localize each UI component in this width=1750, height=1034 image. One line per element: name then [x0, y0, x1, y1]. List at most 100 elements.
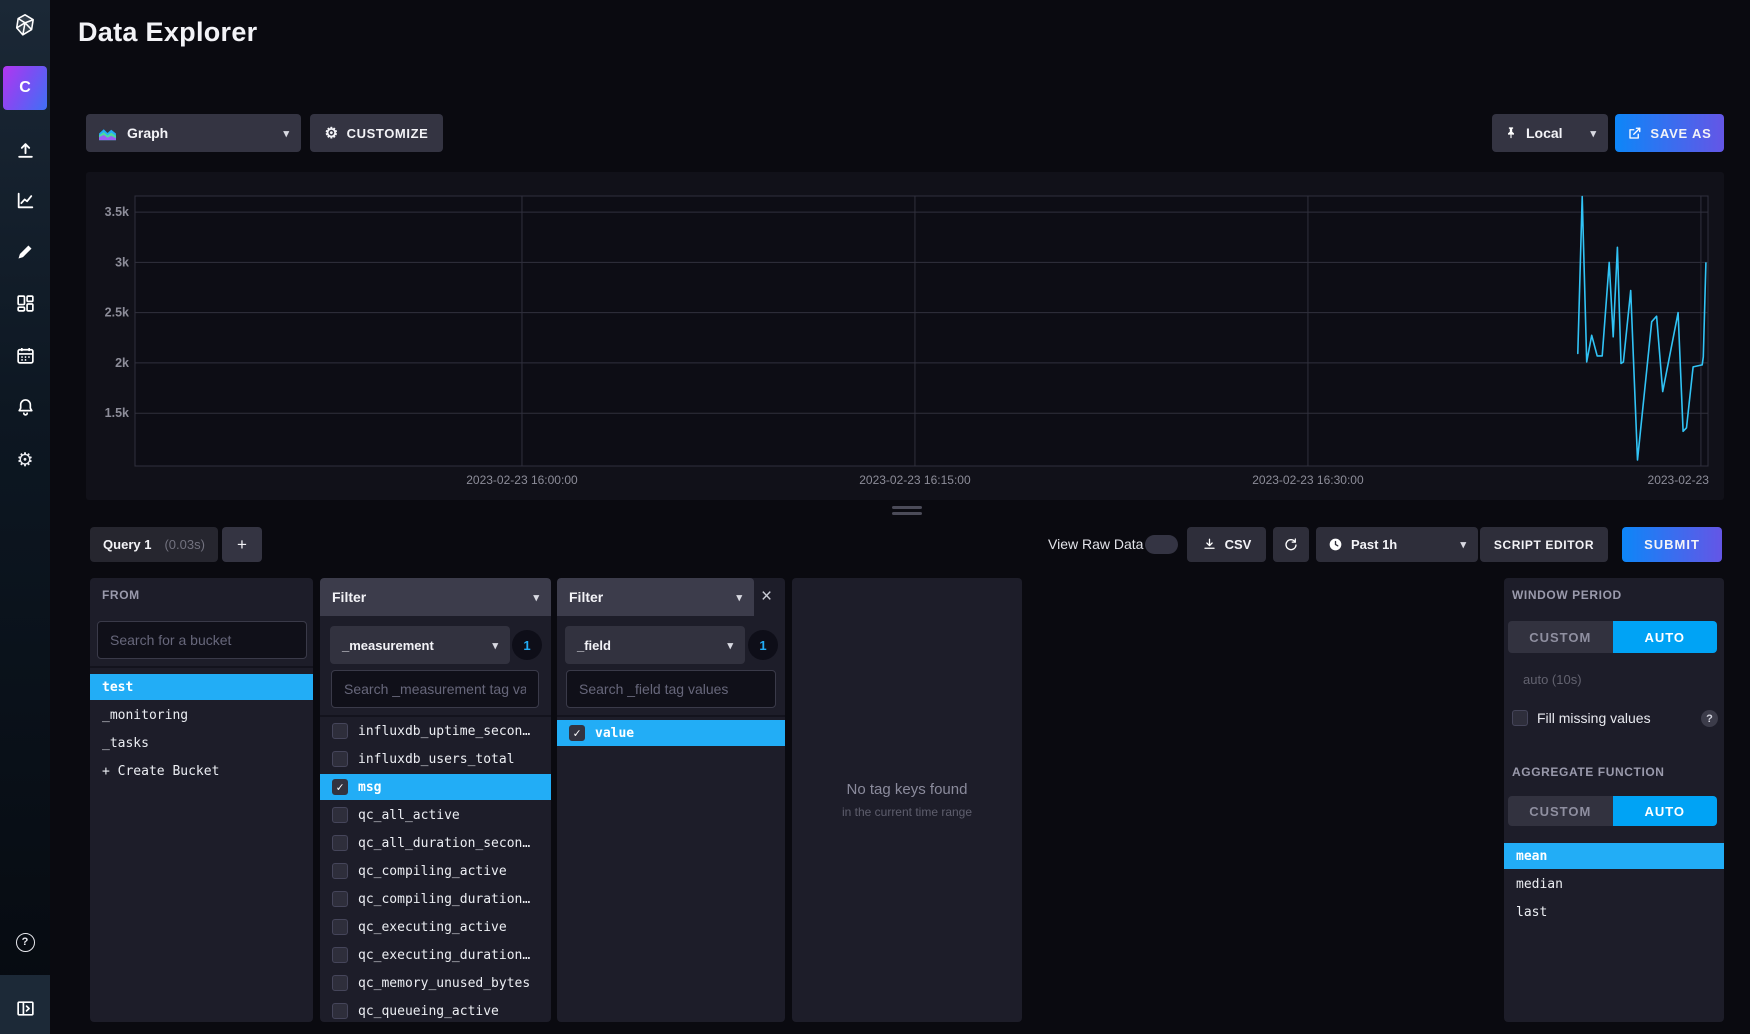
svg-text:3.5k: 3.5k — [105, 205, 129, 219]
checkbox[interactable] — [332, 807, 348, 823]
resize-drag-handle[interactable] — [892, 506, 922, 518]
checkbox[interactable] — [332, 1003, 348, 1019]
bucket-search-input[interactable] — [97, 621, 307, 659]
avatar[interactable]: C — [3, 66, 47, 110]
measurement-item[interactable]: qc_queueing_active — [320, 998, 551, 1022]
settings-gear-icon[interactable]: ⚙ — [0, 443, 50, 477]
window-custom-button[interactable]: CUSTOM — [1508, 621, 1613, 653]
aggregate-auto-button[interactable]: AUTO — [1613, 796, 1718, 826]
calendar-icon[interactable] — [0, 338, 50, 372]
checkbox[interactable] — [332, 919, 348, 935]
gear-icon: ⚙ — [325, 126, 339, 141]
svg-text:1.5k: 1.5k — [105, 406, 129, 420]
chevron-down-icon: ▾ — [1460, 538, 1466, 551]
window-period-mode-toggle: CUSTOM AUTO — [1508, 621, 1717, 653]
empty-state-subtitle: in the current time range — [842, 805, 972, 819]
view-raw-data-label: View Raw Data — [1048, 536, 1143, 552]
checkbox[interactable]: ✓ — [332, 779, 348, 795]
bucket-item[interactable]: _tasks — [90, 730, 313, 756]
data-explorer-icon[interactable] — [0, 183, 50, 217]
visualization-type-label: Graph — [127, 125, 168, 141]
field-item[interactable]: ✓value — [557, 720, 785, 746]
measurement-key-dropdown[interactable]: _measurement ▾ — [330, 626, 510, 664]
measurement-item[interactable]: ✓msg — [320, 774, 551, 800]
measurement-item[interactable]: qc_compiling_duration… — [320, 886, 551, 912]
alerts-bell-icon[interactable] — [0, 390, 50, 424]
timezone-local-dropdown[interactable]: Local ▾ — [1492, 114, 1608, 152]
measurement-item[interactable]: qc_compiling_active — [320, 858, 551, 884]
measurement-item[interactable]: influxdb_uptime_secon… — [320, 718, 551, 744]
add-query-button[interactable]: + — [222, 527, 262, 562]
chevron-down-icon: ▾ — [736, 591, 742, 604]
checkbox[interactable] — [332, 751, 348, 767]
create-bucket-button[interactable]: + Create Bucket — [90, 758, 313, 784]
submit-button[interactable]: SUBMIT — [1622, 527, 1722, 562]
svg-text:2023-02-23 16:00:00: 2023-02-23 16:00:00 — [466, 473, 578, 487]
field-key-dropdown[interactable]: _field ▾ — [565, 626, 745, 664]
close-icon[interactable]: × — [761, 587, 772, 606]
checkbox[interactable] — [332, 723, 348, 739]
bucket-item[interactable]: _monitoring — [90, 702, 313, 728]
chevron-down-icon: ▾ — [727, 639, 733, 652]
measurement-item[interactable]: qc_memory_unused_bytes — [320, 970, 551, 996]
checkbox[interactable] — [332, 947, 348, 963]
checkbox[interactable] — [332, 891, 348, 907]
function-item[interactable]: last — [1504, 899, 1724, 925]
from-title: FROM — [102, 588, 140, 602]
visualization-type-dropdown[interactable]: Graph ▾ — [86, 114, 301, 152]
data-explorer-page: C ⚙ — [0, 0, 1750, 1034]
customize-button[interactable]: ⚙ CUSTOMIZE — [310, 114, 443, 152]
measurement-item[interactable]: qc_all_duration_secon… — [320, 830, 551, 856]
dashboards-icon[interactable] — [0, 286, 50, 320]
view-raw-data-toggle[interactable] — [1145, 535, 1178, 554]
svg-text:2023-02-23 16:30:00: 2023-02-23 16:30:00 — [1252, 473, 1364, 487]
measurement-item[interactable]: influxdb_users_total — [320, 746, 551, 772]
save-as-button[interactable]: SAVE AS — [1615, 114, 1724, 152]
csv-download-button[interactable]: CSV — [1187, 527, 1266, 562]
chevron-down-icon: ▾ — [492, 639, 498, 652]
page-title: Data Explorer — [78, 17, 257, 48]
expand-sidebar-icon[interactable] — [0, 991, 50, 1025]
function-item[interactable]: median — [1504, 871, 1724, 897]
influxdb-logo-icon[interactable] — [0, 8, 50, 42]
empty-state-title: No tag keys found — [847, 781, 968, 798]
measurement-search-input[interactable] — [331, 670, 539, 708]
window-period-title: WINDOW PERIOD — [1512, 588, 1622, 602]
field-search-input[interactable] — [566, 670, 776, 708]
toggle-knob — [1147, 537, 1162, 552]
checkbox[interactable] — [332, 835, 348, 851]
checkbox[interactable]: ✓ — [569, 725, 585, 741]
measurement-item[interactable]: qc_all_active — [320, 802, 551, 828]
checkbox[interactable] — [332, 975, 348, 991]
chevron-down-icon: ▾ — [283, 127, 289, 140]
help-circle-icon[interactable]: ? — [0, 925, 50, 959]
help-badge-icon[interactable]: ? — [1701, 710, 1718, 727]
measurement-item[interactable]: qc_executing_active — [320, 914, 551, 940]
upload-icon[interactable] — [0, 133, 50, 167]
filter-type-dropdown[interactable]: Filter ▾ — [557, 578, 754, 616]
refresh-button[interactable] — [1273, 527, 1309, 562]
clock-icon — [1328, 537, 1343, 552]
function-item[interactable]: mean — [1504, 843, 1724, 869]
svg-text:2023-02-23 16:15:00: 2023-02-23 16:15:00 — [859, 473, 971, 487]
download-icon — [1202, 537, 1217, 552]
field-filter-panel: Filter ▾ × _field ▾ 1 ✓value — [557, 578, 785, 1022]
script-editor-button[interactable]: SCRIPT EDITOR — [1480, 527, 1608, 562]
chevron-down-icon: ▾ — [1590, 127, 1596, 140]
fill-missing-checkbox[interactable] — [1512, 710, 1528, 726]
bucket-item[interactable]: test — [90, 674, 313, 700]
filter-type-dropdown[interactable]: Filter ▾ — [320, 578, 551, 616]
chevron-down-icon: ▾ — [533, 591, 539, 604]
checkbox[interactable] — [332, 863, 348, 879]
selected-count-badge: 1 — [512, 630, 542, 660]
aggregate-mode-toggle: CUSTOM AUTO — [1508, 796, 1717, 826]
measurement-filter-panel: Filter ▾ _measurement ▾ 1 influxdb_uptim… — [320, 578, 551, 1022]
query-tab[interactable]: Query 1 (0.03s) — [90, 527, 218, 562]
aggregate-custom-button[interactable]: CUSTOM — [1508, 796, 1613, 826]
window-auto-button[interactable]: AUTO — [1613, 621, 1718, 653]
time-range-dropdown[interactable]: Past 1h ▾ — [1316, 527, 1478, 562]
time-series-chart-card: 3.5k3k2.5k2k1.5k2023-02-23 16:00:002023-… — [86, 172, 1724, 500]
tasks-pencil-icon[interactable] — [0, 235, 50, 269]
measurement-item[interactable]: qc_executing_duration… — [320, 942, 551, 968]
time-series-chart[interactable]: 3.5k3k2.5k2k1.5k2023-02-23 16:00:002023-… — [86, 172, 1724, 500]
